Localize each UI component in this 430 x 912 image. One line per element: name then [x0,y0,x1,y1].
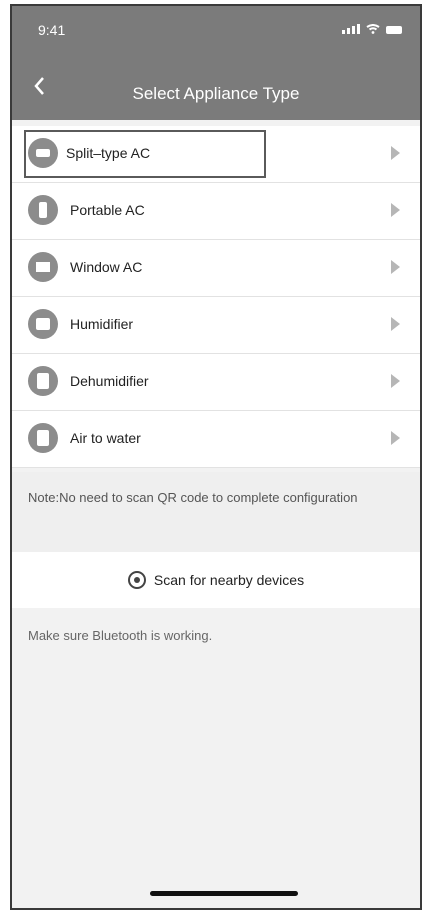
appliance-list: Split–type AC Portable AC Window AC Humi… [12,126,420,468]
status-icons [342,24,402,34]
appliance-item-dehumidifier[interactable]: Dehumidifier [12,354,420,411]
chevron-right-icon [391,203,400,217]
chevron-right-icon [391,146,400,160]
dehumidifier-icon [28,366,58,396]
note-panel: Note:No need to scan QR code to complete… [12,472,420,552]
split-ac-icon [28,138,58,168]
battery-icon [386,26,402,34]
appliance-item-portable-ac[interactable]: Portable AC [12,183,420,240]
chevron-right-icon [391,431,400,445]
appliance-item-humidifier[interactable]: Humidifier [12,297,420,354]
wifi-icon [366,24,380,34]
appliance-label: Portable AC [70,202,145,218]
scan-radar-icon [127,571,146,589]
app-header: 9:41 Select Appliance Type [12,6,420,120]
portable-ac-icon [28,195,58,225]
appliance-label: Dehumidifier [70,373,149,389]
humidifier-icon [28,309,58,339]
appliance-label: Window AC [70,259,143,275]
phone-screen: 9:41 Select Appliance Type Split–type AC… [10,4,422,910]
appliance-label: Air to water [70,430,141,446]
appliance-label: Humidifier [70,316,134,332]
bluetooth-hint: Make sure Bluetooth is working. [28,628,213,643]
air-to-water-icon [28,423,58,453]
page-title: Select Appliance Type [132,84,300,103]
appliance-label: Split–type AC [66,145,151,161]
appliance-item-split-ac[interactable]: Split–type AC [12,126,420,183]
scan-label: Scan for nearby devices [153,572,305,588]
appliance-item-window-ac[interactable]: Window AC [12,240,420,297]
status-time: 9:41 [38,22,66,38]
chevron-right-icon [391,317,400,331]
chevron-right-icon [391,260,400,274]
chevron-right-icon [391,374,400,388]
window-ac-icon [28,252,58,282]
appliance-item-air-to-water[interactable]: Air to water [12,411,420,468]
note-text: Note:No need to scan QR code to complete… [28,490,358,505]
signal-icon [342,24,360,34]
scan-nearby-button[interactable]: Scan for nearby devices [12,552,420,608]
home-indicator[interactable] [150,891,298,896]
